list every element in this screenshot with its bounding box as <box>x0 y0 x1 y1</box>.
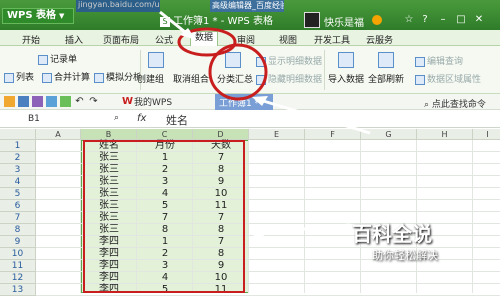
subtotal-circle <box>208 43 268 101</box>
arrow-head <box>249 226 264 239</box>
annotation-arrow <box>257 223 351 235</box>
data-range-highlight <box>83 140 245 293</box>
watermark-title: 百科全说 <box>352 222 432 246</box>
watermark-subtitle: 助你轻松解决 <box>372 249 438 262</box>
annotation-arrow <box>259 98 371 135</box>
